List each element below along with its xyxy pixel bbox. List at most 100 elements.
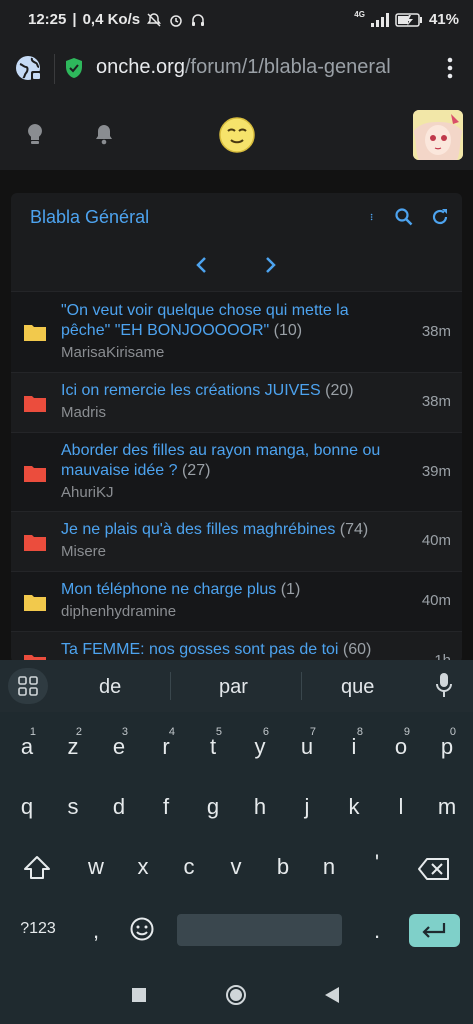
chevron-left-icon[interactable] [193, 255, 211, 275]
soft-keyboard: de par que a1 z2 e3 r4 t5 y6 u7 i8 o9 p0… [0, 660, 473, 964]
key-number-hint: 1 [29, 726, 36, 738]
topic-time: 40m [421, 592, 451, 609]
key-e[interactable]: e3 [106, 726, 132, 760]
suggestion-word[interactable]: de [99, 676, 121, 699]
status-bar: 12:25 | 0,4 Ko/s 4G 41% [0, 0, 473, 40]
key-w[interactable]: w [83, 854, 109, 880]
key-j[interactable]: j [294, 794, 320, 820]
topic-title[interactable]: Aborder des filles au rayon manga, bonne… [61, 441, 381, 481]
enter-button[interactable] [409, 914, 460, 947]
key-t[interactable]: t5 [200, 726, 226, 760]
forum-title[interactable]: Blabla Général [30, 207, 149, 228]
topic-row[interactable]: Aborder des filles au rayon manga, bonne… [11, 432, 462, 511]
topic-row[interactable]: "On veut voir quelque chose qui mette la… [11, 291, 462, 372]
user-avatar[interactable] [413, 110, 463, 160]
key-l[interactable]: l [388, 794, 414, 820]
emoji-icon[interactable] [129, 916, 155, 942]
key-c[interactable]: c [176, 854, 202, 880]
key-number-hint: 9 [403, 726, 410, 738]
key-a[interactable]: a1 [14, 726, 40, 760]
topic-author[interactable]: MarisaKirisame [61, 344, 164, 361]
key-f[interactable]: f [153, 794, 179, 820]
suggestion-word[interactable]: par [219, 676, 248, 699]
secure-shield-icon[interactable] [64, 57, 84, 79]
key-k[interactable]: k [341, 794, 367, 820]
key-number-hint: 5 [215, 726, 222, 738]
key-b[interactable]: b [270, 854, 296, 880]
topic-count: (20) [325, 382, 354, 399]
key-p[interactable]: p0 [434, 726, 460, 760]
topic-title-line2: pêche" "EH BONJOOOOOR" [61, 322, 270, 339]
topic-row[interactable]: Mon téléphone ne charge plus (1) diphenh… [11, 571, 462, 631]
key-label: i [351, 734, 357, 759]
refresh-icon[interactable] [430, 207, 450, 227]
site-globe-icon[interactable] [14, 54, 44, 84]
topic-title[interactable]: Ici on remercie les créations JUIVES (20… [61, 381, 381, 401]
topic-title-line1: Mon téléphone ne charge plus [61, 581, 277, 598]
topic-title-line2: mauvaise idée ? [61, 462, 178, 479]
topic-title[interactable]: "On veut voir quelque chose qui mette la… [61, 301, 381, 341]
key-v[interactable]: v [223, 854, 249, 880]
key-m[interactable]: m [434, 794, 460, 820]
key-number-hint: 4 [168, 726, 175, 738]
more-vert-icon[interactable] [447, 56, 453, 80]
topic-title[interactable]: Je ne plais qu'à des filles maghrébines … [61, 520, 381, 540]
key-h[interactable]: h [247, 794, 273, 820]
space-bar[interactable] [177, 914, 342, 946]
numbers-key[interactable]: ?123 [14, 920, 62, 938]
topic-author[interactable]: Misere [61, 543, 106, 560]
status-separator: | [72, 11, 77, 28]
key-d[interactable]: d [106, 794, 132, 820]
key-comma[interactable]: , [86, 918, 106, 944]
status-time: 12:25 [28, 11, 67, 28]
topic-time: 38m [421, 393, 451, 410]
topic-row[interactable]: Je ne plais qu'à des filles maghrébines … [11, 511, 462, 571]
key-number-hint: 7 [309, 726, 316, 738]
key-y[interactable]: y6 [247, 726, 273, 760]
smiley-logo-icon[interactable] [218, 116, 256, 154]
key-n[interactable]: n [316, 854, 342, 880]
shift-icon[interactable] [22, 854, 52, 882]
forum-actions [370, 207, 450, 227]
topic-row[interactable]: Ici on remercie les créations JUIVES (20… [11, 372, 462, 432]
microphone-icon[interactable] [435, 672, 453, 698]
chevron-right-icon[interactable] [261, 255, 279, 275]
key-period[interactable]: . [367, 918, 387, 944]
topic-title[interactable]: Mon téléphone ne charge plus (1) [61, 580, 381, 600]
key-apostrophe[interactable]: ' [364, 850, 390, 876]
enter-arrow-icon [422, 923, 446, 938]
suggestion-word[interactable]: que [341, 676, 374, 699]
topic-author[interactable]: Madris [61, 404, 106, 421]
home-icon[interactable] [225, 984, 247, 1006]
topic-count: (10) [273, 322, 303, 339]
topic-title-line1: Ta FEMME: nos gosses sont pas de toi [61, 641, 339, 658]
topic-row[interactable]: Ta FEMME: nos gosses sont pas de toi (60… [11, 631, 462, 663]
key-i[interactable]: i8 [341, 726, 367, 760]
lightbulb-icon[interactable] [24, 122, 46, 146]
folder-icon [24, 466, 46, 482]
backspace-icon[interactable] [417, 857, 451, 881]
topic-author[interactable]: diphenhydramine [61, 603, 176, 620]
forum-panel: Blabla Général "On veut voir quelque cho… [11, 193, 462, 663]
topic-author[interactable]: AhuriKJ [61, 484, 114, 501]
keyboard-menu-button[interactable] [8, 668, 48, 704]
key-u[interactable]: u7 [294, 726, 320, 760]
signal-icon [370, 12, 389, 27]
back-icon[interactable] [324, 986, 340, 1004]
key-z[interactable]: z2 [60, 726, 86, 760]
key-o[interactable]: o9 [388, 726, 414, 760]
topic-count: (1) [280, 581, 301, 598]
key-g[interactable]: g [200, 794, 226, 820]
key-r[interactable]: r4 [153, 726, 179, 760]
search-icon[interactable] [394, 207, 414, 227]
notifications-bell-icon[interactable] [92, 122, 116, 146]
more-vert-icon[interactable] [370, 207, 378, 227]
key-q[interactable]: q [14, 794, 40, 820]
status-left: 12:25 | 0,4 Ko/s [28, 11, 206, 28]
key-s[interactable]: s [60, 794, 86, 820]
topic-title[interactable]: Ta FEMME: nos gosses sont pas de toi (60… [61, 640, 381, 660]
topic-count: (60) [342, 641, 372, 658]
url-field[interactable]: onche.org/forum/1/blabla-general [96, 56, 418, 79]
key-x[interactable]: x [130, 854, 156, 880]
recent-apps-icon[interactable] [131, 987, 147, 1003]
